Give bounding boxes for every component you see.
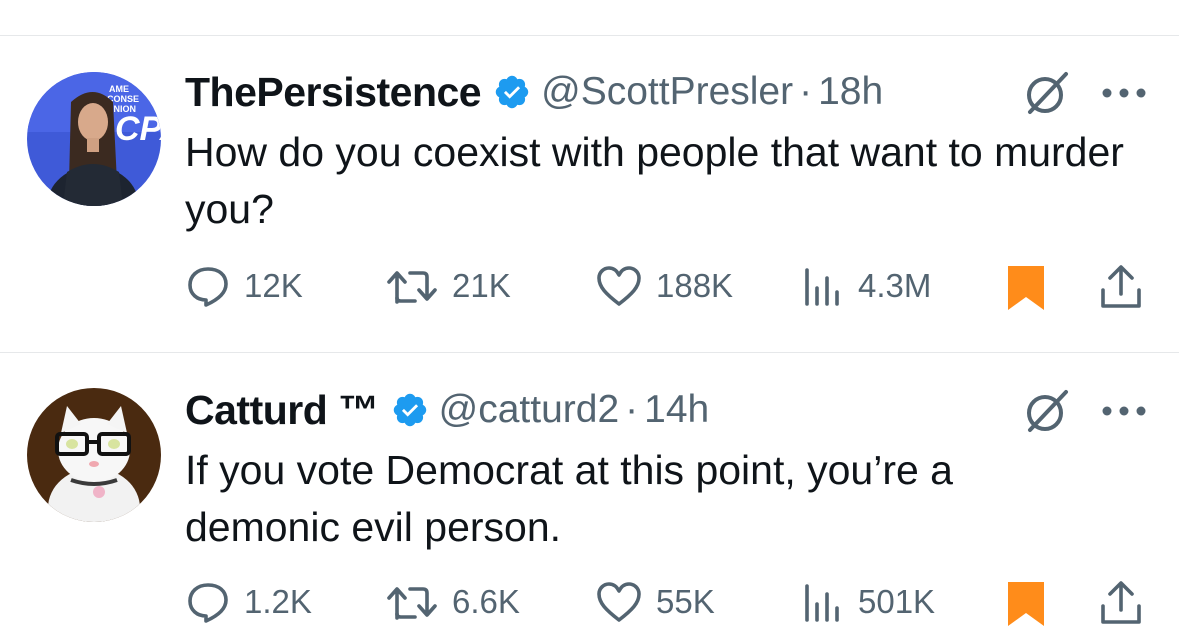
share-button[interactable]	[1098, 580, 1144, 626]
like-count: 55K	[656, 583, 715, 620]
repost-icon	[387, 587, 437, 620]
repost-count: 6.6K	[452, 583, 520, 620]
tweet-header: ThePersistence @ScottPresler · 18h	[185, 62, 883, 122]
like-button[interactable]: 55K	[596, 580, 715, 624]
reply-icon	[188, 267, 228, 307]
action-bar: 12K 21K 188K 4.3M	[0, 264, 1179, 314]
bookmark-icon	[1008, 266, 1044, 310]
avatar-logo-text-1: AME	[109, 84, 129, 94]
tweet-header: Catturd ™ @catturd2 · 14h	[185, 380, 709, 440]
like-icon	[597, 582, 641, 622]
action-bar: 1.2K 6.6K 55K 501K	[0, 580, 1179, 630]
share-icon	[1101, 581, 1141, 624]
avatar-image	[27, 388, 161, 522]
bookmark-icon	[1008, 582, 1044, 626]
views-button[interactable]: 4.3M	[802, 264, 931, 308]
reply-count: 12K	[244, 267, 303, 304]
bookmark-button[interactable]	[1006, 580, 1046, 626]
reply-icon	[188, 583, 228, 623]
bookmark-button[interactable]	[1006, 264, 1046, 310]
verified-badge-icon	[393, 393, 426, 427]
tweet-text: How do you coexist with people that want…	[185, 129, 1124, 232]
handle[interactable]: @ScottPresler	[541, 70, 793, 114]
tweet[interactable]: AME CONSE UNION CPA ThePersistence @Scot…	[0, 62, 1179, 352]
more-icon[interactable]	[1101, 86, 1147, 100]
repost-icon	[387, 271, 437, 304]
handle[interactable]: @catturd2	[439, 388, 620, 432]
views-icon	[805, 584, 839, 622]
avatar-logo-text-4: CPA	[115, 110, 161, 148]
repost-button[interactable]: 6.6K	[386, 580, 520, 624]
verified-badge-icon	[495, 75, 529, 109]
like-button[interactable]: 188K	[596, 264, 733, 308]
repost-count: 21K	[452, 267, 511, 304]
views-button[interactable]: 501K	[802, 580, 935, 624]
avatar[interactable]	[27, 388, 161, 522]
timestamp[interactable]: 14h	[644, 388, 709, 432]
tweet[interactable]: Catturd ™ @catturd2 · 14h If you vote De…	[0, 380, 1179, 626]
grok-icon[interactable]	[1022, 68, 1072, 118]
avatar-image: AME CONSE UNION CPA	[27, 72, 161, 206]
views-icon	[805, 268, 839, 306]
views-count: 4.3M	[858, 267, 932, 304]
like-icon	[597, 266, 641, 306]
separator-dot: ·	[625, 388, 639, 431]
share-button[interactable]	[1098, 264, 1144, 310]
more-icon[interactable]	[1101, 404, 1147, 418]
like-count: 188K	[656, 267, 734, 304]
share-icon	[1101, 265, 1141, 308]
separator-dot: ·	[799, 70, 813, 113]
display-name[interactable]: Catturd ™	[185, 387, 379, 434]
reply-button[interactable]: 1.2K	[186, 580, 312, 624]
top-divider	[0, 35, 1179, 36]
grok-icon[interactable]	[1022, 386, 1072, 436]
repost-button[interactable]: 21K	[386, 264, 511, 308]
reply-button[interactable]: 12K	[186, 264, 303, 308]
display-name[interactable]: ThePersistence	[185, 69, 482, 116]
tweet-text: If you vote Democrat at this point, you’…	[185, 447, 953, 550]
tweet-divider	[0, 352, 1179, 353]
avatar[interactable]: AME CONSE UNION CPA	[27, 72, 161, 206]
reply-count: 1.2K	[244, 583, 312, 620]
timestamp[interactable]: 18h	[818, 70, 883, 114]
views-count: 501K	[858, 583, 936, 620]
